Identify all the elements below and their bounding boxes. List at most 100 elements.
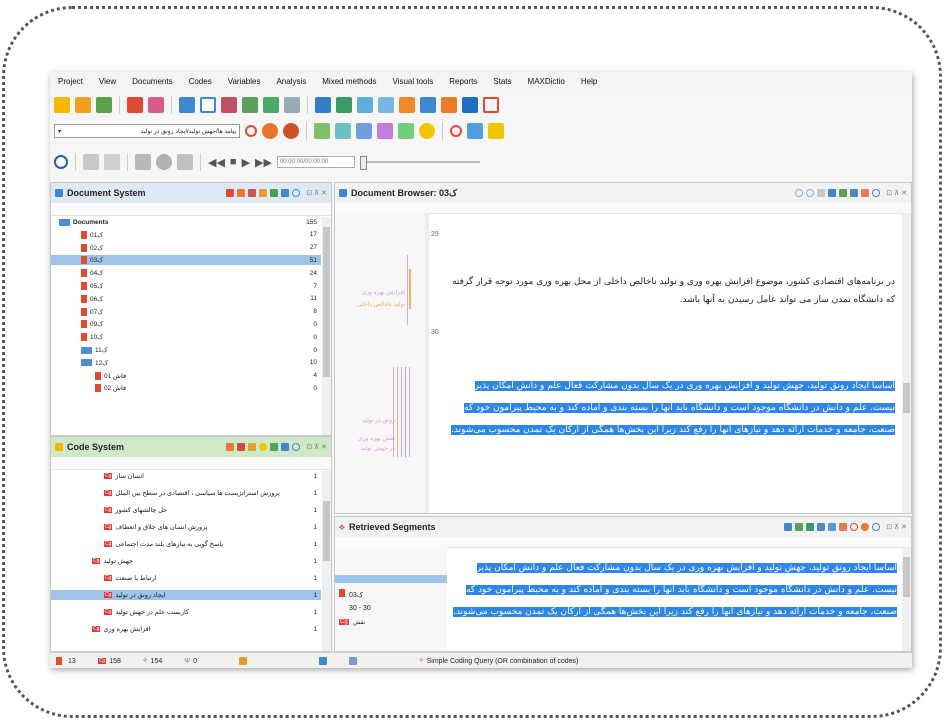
document-row[interactable]: 07ک 8 <box>51 307 321 317</box>
variables-icon[interactable] <box>270 189 279 197</box>
chart-icon[interactable] <box>336 97 352 113</box>
coding-stripe[interactable] <box>409 269 411 309</box>
browser-scrollbar[interactable] <box>902 213 911 513</box>
emoticon-icon[interactable] <box>259 443 268 451</box>
document-row[interactable]: 05ک 7 <box>51 281 321 291</box>
tile-icon[interactable] <box>441 97 457 113</box>
coding-stripe[interactable] <box>393 367 394 457</box>
segments-scrollbar[interactable] <box>902 547 911 651</box>
code-search-icon[interactable] <box>221 97 237 113</box>
search-icon[interactable] <box>292 443 301 451</box>
scrollbar-thumb[interactable] <box>323 501 330 561</box>
segment-selected-text[interactable]: اساساً ایجاد رونق تولید، جهش تولید و افز… <box>453 563 897 617</box>
highlight-blue-icon[interactable] <box>356 123 372 139</box>
open-project-icon[interactable] <box>75 97 91 113</box>
paint-icon[interactable] <box>248 443 257 451</box>
menu-analysis[interactable]: Analysis <box>268 77 314 86</box>
grid-icon[interactable] <box>828 189 837 197</box>
window-controls-icon[interactable]: ⊡ ⊼ ✕ <box>306 189 327 197</box>
document-row[interactable]: 09ک 0 <box>51 319 321 329</box>
menu-view[interactable]: View <box>91 77 124 86</box>
memo-add-icon[interactable] <box>488 123 504 139</box>
document-row[interactable]: 02ک 27 <box>51 243 321 253</box>
matrix-icon[interactable] <box>263 97 279 113</box>
waveform-icon[interactable] <box>83 154 99 170</box>
search-icon[interactable] <box>200 97 216 113</box>
code-row[interactable]: Cg ارتباط با صنعت 1 <box>51 573 321 583</box>
document-row[interactable]: 06ک 11 <box>51 294 321 304</box>
document-row[interactable]: 01ک 17 <box>51 230 321 240</box>
code-link-icon[interactable] <box>467 123 483 139</box>
new-document-icon[interactable] <box>226 189 235 197</box>
search-icon[interactable] <box>872 523 881 531</box>
segment-code[interactable]: نقش <box>353 619 365 626</box>
document-scrollbar[interactable] <box>322 217 331 435</box>
chart-icon[interactable] <box>839 189 848 197</box>
stripe-label[interactable]: در جهش تولید <box>339 445 395 452</box>
status-query[interactable]: ⟡ Simple Coding Query (OR combination of … <box>419 657 578 665</box>
sort-icon[interactable] <box>281 443 290 451</box>
code-row[interactable]: Cg ایجاد رونق در تولید 1 <box>51 590 321 600</box>
code-row[interactable]: Cg حل چالشهای کشور 1 <box>51 505 321 515</box>
menu-documents[interactable]: Documents <box>124 77 180 86</box>
code-row[interactable]: Cg پرورش انسان های خلاق و انعطاف 1 <box>51 522 321 532</box>
coding-stripe[interactable] <box>409 367 410 457</box>
save-icon[interactable] <box>96 97 112 113</box>
export-icon[interactable] <box>850 189 859 197</box>
document-row[interactable]: 10ک 0 <box>51 332 321 342</box>
search-icon[interactable] <box>872 189 881 197</box>
paragraph-30-text[interactable]: اساساً ایجاد رونق تولید، جهش تولید و افز… <box>447 375 895 441</box>
table-icon[interactable] <box>242 97 258 113</box>
selected-segment-bar[interactable] <box>335 575 447 583</box>
zoom-out-icon[interactable] <box>806 189 815 197</box>
memo-icon[interactable] <box>284 97 300 113</box>
stripe-label[interactable]: نقش بهره وری <box>339 435 395 442</box>
code-add-icon[interactable] <box>262 123 278 139</box>
list-icon[interactable] <box>357 97 373 113</box>
coding-stripe[interactable] <box>405 367 406 457</box>
code-row[interactable]: Cg انسان ساز 1 <box>51 471 321 481</box>
timestamp-icon[interactable] <box>104 154 120 170</box>
code-pin-icon[interactable] <box>450 125 462 137</box>
search-icon[interactable] <box>292 189 301 197</box>
overview-icon[interactable] <box>179 97 195 113</box>
volume-icon[interactable] <box>177 154 193 170</box>
highlight-yellow-icon[interactable] <box>398 123 414 139</box>
table-icon[interactable] <box>270 443 279 451</box>
zoom-in-icon[interactable] <box>795 189 804 197</box>
paragraph-29-text[interactable]: در برنامه‌های اقتصادی کشور، موضوع افزایش… <box>447 273 895 309</box>
link-icon[interactable] <box>839 523 848 531</box>
highlight-red-icon[interactable] <box>314 123 330 139</box>
fast-forward-icon[interactable]: ▶▶ <box>255 156 272 169</box>
code-row[interactable]: Cg پرورش استراتژیست ها سیاسی ، اقتصادی در… <box>51 488 321 498</box>
stripe-label[interactable]: افزایش بهره وری <box>339 289 405 296</box>
coding-stripe[interactable] <box>407 255 408 325</box>
import-icon[interactable] <box>237 189 246 197</box>
code-pin-icon[interactable] <box>245 125 257 137</box>
status-codes[interactable]: Cg 158 <box>97 658 121 665</box>
sort-icon[interactable] <box>281 189 290 197</box>
code-icon[interactable] <box>148 97 164 113</box>
media-position-slider[interactable] <box>359 156 480 170</box>
menu-project[interactable]: Project <box>50 77 91 86</box>
document-row[interactable]: فاش 02 0 <box>51 383 321 393</box>
stripe-label[interactable]: تولید ناخالص داخلی <box>339 301 405 308</box>
slider-thumb[interactable] <box>359 156 367 170</box>
status-variables[interactable]: Ψ0 <box>184 658 197 665</box>
selected-text[interactable]: اساساً ایجاد رونق تولید، جهش تولید و افز… <box>451 381 895 435</box>
export-icon[interactable] <box>806 523 815 531</box>
list-icon[interactable] <box>817 523 826 531</box>
menu-visual-tools[interactable]: Visual tools <box>385 77 442 86</box>
scrollbar-thumb[interactable] <box>903 383 910 413</box>
code-row[interactable]: Cg افزایش بهره وری 1 <box>51 624 321 634</box>
link-icon[interactable] <box>861 189 870 197</box>
document-set-icon[interactable] <box>259 189 268 197</box>
transcript-icon[interactable] <box>135 154 151 170</box>
menu-help[interactable]: Help <box>573 77 605 86</box>
status-filter[interactable] <box>238 657 247 665</box>
chart-icon[interactable] <box>828 523 837 531</box>
code-row[interactable]: Cg پاسخ گویی به نیازهای بلند مدت اجتماعی 1 <box>51 539 321 549</box>
rewind-icon[interactable]: ◀◀ <box>208 156 225 169</box>
menu-variables[interactable]: Variables <box>220 77 269 86</box>
document-row[interactable]: 12ک 10 <box>51 358 321 368</box>
